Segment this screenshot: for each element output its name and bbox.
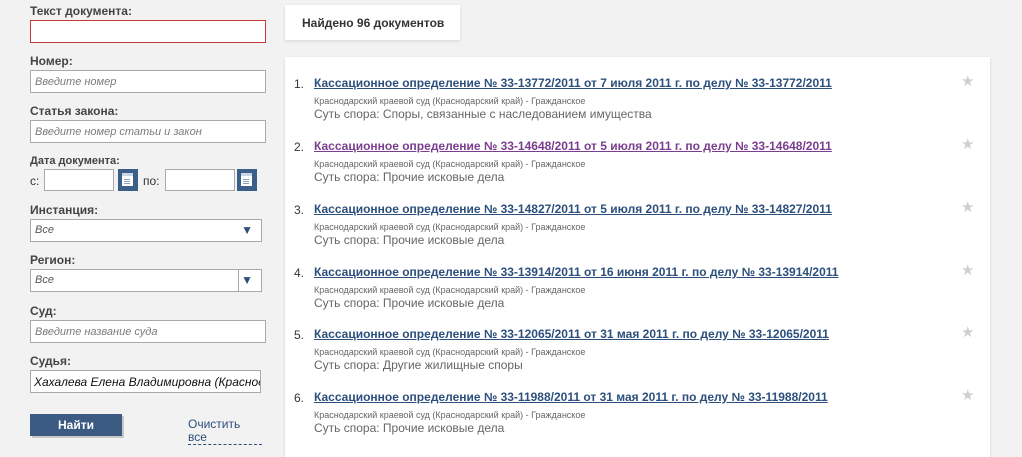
number-label: Номер: [30,54,73,68]
calendar-icon [122,173,133,186]
star-icon[interactable]: ★ [961,74,974,90]
document-link[interactable]: Кассационное определение № 33-11988/2011… [314,390,828,404]
article-label: Статья закона: [30,104,119,118]
item-number: 6. [294,391,305,405]
date-to-input[interactable] [165,169,235,191]
chevron-down-icon: ▼ [241,223,253,237]
clear-all-link[interactable]: Очистить все [188,418,262,445]
chevron-down-icon: ▼ [241,273,253,287]
court-info: Краснодарский краевой суд (Краснодарский… [314,222,586,232]
region-label: Регион: [30,253,76,267]
instance-label: Инстанция: [30,203,99,217]
star-icon[interactable]: ★ [961,200,974,216]
item-number: 1. [294,77,305,91]
list-item: 1. Кассационное определение № 33-13772/2… [285,57,990,122]
star-icon[interactable]: ★ [961,263,974,279]
date-from-input[interactable] [44,169,114,191]
find-button[interactable]: Найти [30,414,122,436]
date-range: с: по: [30,169,262,191]
calendar-icon [241,173,252,186]
results-list: 1. Кассационное определение № 33-13772/2… [285,57,990,457]
date-from-calendar-button[interactable] [118,169,138,191]
date-to-calendar-button[interactable] [237,169,257,191]
document-link[interactable]: Кассационное определение № 33-14648/2011… [314,139,832,153]
judge-input[interactable] [30,370,261,393]
dispute-info: Суть спора: Прочие исковые дела [314,233,505,247]
date-from-label: с: [30,174,40,188]
court-info: Краснодарский краевой суд (Краснодарский… [314,347,586,357]
document-link[interactable]: Кассационное определение № 33-12065/2011… [314,327,829,341]
list-item: 5. Кассационное определение № 33-12065/2… [285,308,990,373]
list-item: 4. Кассационное определение № 33-13914/2… [285,246,990,311]
court-info: Краснодарский краевой суд (Краснодарский… [314,285,586,295]
document-link[interactable]: Кассационное определение № 33-13914/2011… [314,265,838,279]
court-info: Краснодарский краевой суд (Краснодарский… [314,410,586,420]
date-label: Дата документа: [30,155,120,167]
doc-text-input[interactable] [30,20,266,43]
date-to-label: по: [143,174,160,188]
number-input[interactable] [30,70,266,93]
instance-value: Все [35,224,54,236]
results-count: Найдено 96 документов [302,16,445,30]
item-number: 2. [294,140,305,154]
star-icon[interactable]: ★ [961,137,974,153]
court-input[interactable] [30,320,266,343]
item-number: 4. [294,266,305,280]
list-item: 2. Кассационное определение № 33-14648/2… [285,120,990,185]
list-item: 6. Кассационное определение № 33-11988/2… [285,371,990,436]
item-number: 5. [294,328,305,342]
star-icon[interactable]: ★ [961,325,974,341]
document-link[interactable]: Кассационное определение № 33-13772/2011… [314,76,832,90]
dispute-info: Суть спора: Прочие исковые дела [314,170,505,184]
region-value: Все [35,274,54,286]
item-number: 3. [294,203,305,217]
court-info: Краснодарский краевой суд (Краснодарский… [314,159,586,169]
list-item: 3. Кассационное определение № 33-14827/2… [285,183,990,248]
document-link[interactable]: Кассационное определение № 33-14827/2011… [314,202,832,216]
star-icon[interactable]: ★ [961,388,974,404]
court-info: Краснодарский краевой суд (Краснодарский… [314,96,586,106]
dispute-info: Суть спора: Другие жилищные споры [314,358,523,372]
dispute-info: Суть спора: Прочие исковые дела [314,421,505,435]
judge-label: Судья: [30,354,72,368]
results-count-box: Найдено 96 документов [285,5,460,40]
select-divider [238,270,239,291]
article-input[interactable] [30,120,266,143]
dispute-info: Суть спора: Споры, связанные с наследова… [314,107,652,121]
doc-text-label: Текст документа: [30,4,132,18]
instance-select[interactable]: Все ▼ [30,219,262,242]
court-label: Суд: [30,304,57,318]
region-select[interactable]: Все ▼ [30,269,262,292]
